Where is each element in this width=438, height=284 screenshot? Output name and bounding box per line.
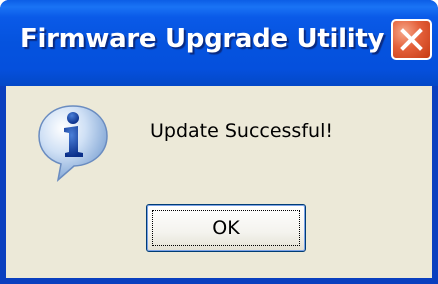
information-icon — [38, 105, 108, 182]
close-icon — [400, 28, 423, 51]
dialog-window: Firmware Upgrade Utility Update Successf… — [0, 0, 438, 284]
message-text: Update Successful! — [150, 120, 333, 142]
ok-button[interactable]: OK — [146, 204, 306, 252]
title-bar[interactable]: Firmware Upgrade Utility — [0, 0, 438, 86]
ok-button-label: OK — [212, 217, 240, 239]
window-title: Firmware Upgrade Utility — [20, 24, 385, 54]
dialog-body: Update Successful! OK — [6, 86, 432, 278]
close-button[interactable] — [391, 19, 432, 60]
